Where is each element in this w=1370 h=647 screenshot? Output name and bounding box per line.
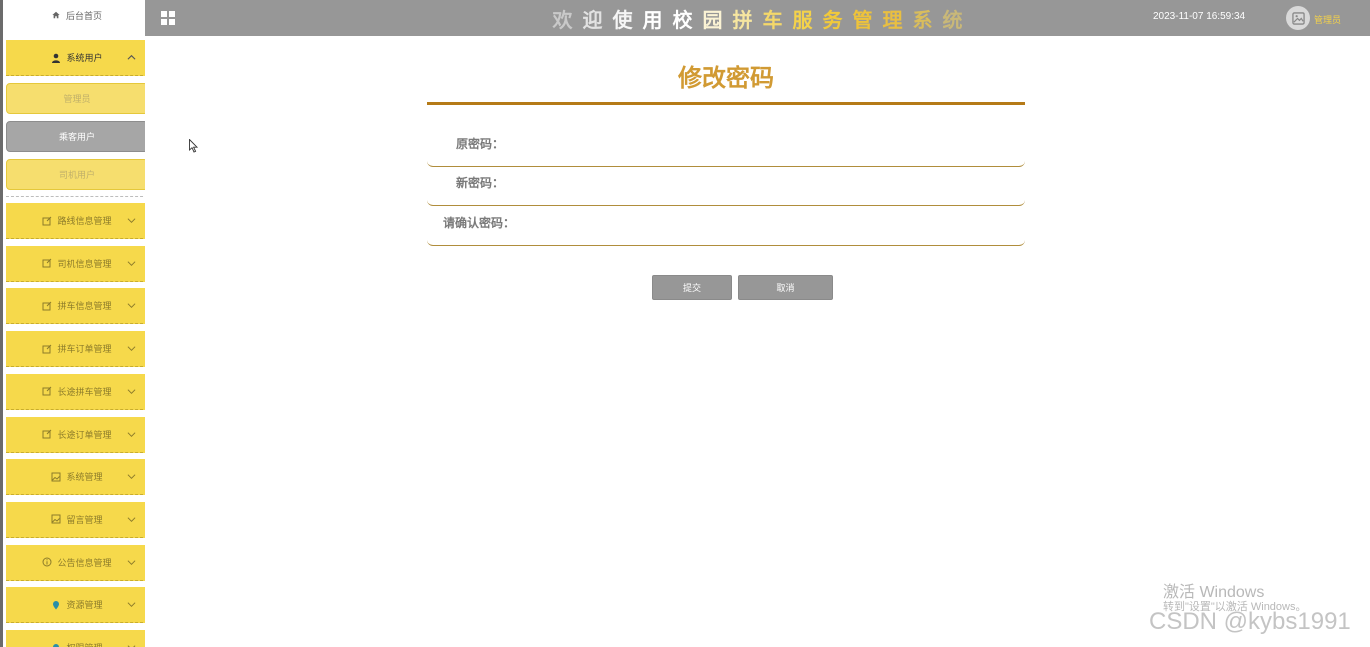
chevron-up-icon — [127, 54, 136, 60]
sidebar-subitem-label: 管理员 — [63, 94, 91, 104]
csdn-watermark: CSDN @kybs1991 — [1149, 608, 1351, 635]
title-divider — [427, 102, 1025, 105]
sidebar-item-label: 后台首页 — [65, 10, 102, 21]
sidebar-item-label: 长途拼车管理 — [57, 386, 112, 397]
sidebar-item-3[interactable]: 拼车信息管理 — [6, 288, 145, 325]
sidebar-item-system-users[interactable]: 系统用户 — [6, 40, 145, 76]
sidebar-item-2[interactable]: 司机信息管理 — [6, 245, 145, 282]
pin-icon — [51, 643, 61, 647]
new-password-label: 新密码： — [456, 176, 505, 190]
top-bar: 欢迎使用校园拼车服务管理系统 2023-11-07 16:59:34 管理员 — [145, 0, 1370, 36]
grid-menu-icon[interactable] — [161, 11, 175, 25]
new-password-row: 新密码： — [427, 166, 1025, 206]
submit-button[interactable]: 提交 — [652, 275, 732, 300]
page-title: 修改密码 — [678, 64, 774, 92]
sidebar-item-label: 司机信息管理 — [57, 258, 112, 269]
welcome-title-char: 车 — [762, 7, 783, 32]
chevron-down-icon — [127, 303, 136, 309]
home-icon — [52, 11, 60, 19]
sidebar-item-7[interactable]: 系统管理 — [6, 459, 145, 496]
edit-icon — [42, 344, 52, 354]
sidebar-item-10[interactable]: 资源管理 — [6, 587, 145, 624]
edit-icon — [42, 216, 52, 226]
username-link[interactable]: 管理员 — [1314, 13, 1341, 26]
user-icon — [51, 53, 61, 63]
datetime-display: 2023-11-07 16:59:34 — [1153, 11, 1246, 22]
confirm-password-input[interactable] — [547, 212, 1007, 236]
welcome-title-char: 欢 — [552, 7, 573, 32]
info-icon — [42, 557, 52, 567]
welcome-title-char: 系 — [912, 7, 933, 32]
sidebar-item-label: 系统用户 — [66, 53, 103, 63]
chevron-down-icon — [127, 346, 136, 352]
sidebar-subitem-passenger[interactable]: 乘客用户 — [6, 121, 145, 152]
welcome-title-char: 理 — [882, 7, 903, 32]
cancel-button[interactable]: 取消 — [738, 275, 833, 300]
old-password-row: 原密码： — [427, 127, 1025, 167]
sidebar-subitem-label: 乘客用户 — [58, 132, 95, 142]
image-icon — [51, 472, 61, 482]
sidebar-item-label: 系统管理 — [66, 472, 103, 483]
chevron-down-icon — [127, 218, 136, 224]
old-password-input[interactable] — [547, 133, 1007, 157]
old-password-label: 原密码： — [456, 137, 505, 151]
welcome-title-char: 迎 — [582, 7, 603, 32]
welcome-title-char: 服 — [792, 7, 813, 32]
welcome-title-char: 统 — [942, 7, 963, 32]
sidebar-subitem-admin[interactable]: 管理员 — [6, 83, 145, 114]
chevron-down-icon — [127, 559, 136, 565]
sidebar-item-label: 公告信息管理 — [57, 557, 112, 568]
welcome-title-char: 园 — [702, 7, 723, 32]
sidebar-item-6[interactable]: 长途订单管理 — [6, 416, 145, 453]
image-icon — [51, 514, 61, 524]
sidebar-item-home[interactable]: 后台首页 — [6, 0, 145, 30]
sidebar-item-label: 路线信息管理 — [57, 216, 112, 226]
avatar[interactable] — [1286, 6, 1310, 30]
edit-icon — [42, 429, 52, 439]
sidebar-item-1[interactable]: 路线信息管理 — [6, 203, 145, 239]
sidebar-item-label: 长途订单管理 — [57, 429, 112, 440]
sidebar-subitem-driver[interactable]: 司机用户 — [6, 159, 145, 190]
sidebar-item-11[interactable]: 权限管理 — [6, 630, 145, 647]
sidebar-item-label: 资源管理 — [66, 600, 103, 611]
chevron-down-icon — [127, 645, 136, 647]
welcome-title-char: 用 — [642, 7, 663, 32]
sidebar-subitem-label: 司机用户 — [58, 170, 95, 180]
welcome-title-char: 使 — [612, 7, 633, 32]
edit-icon — [42, 258, 52, 268]
edit-icon — [42, 386, 52, 396]
chevron-down-icon — [127, 431, 136, 437]
welcome-title-char: 务 — [822, 7, 843, 32]
mouse-cursor-icon — [189, 139, 199, 153]
divider — [6, 196, 145, 197]
confirm-password-row: 请确认密码： — [427, 206, 1025, 246]
sidebar-item-9[interactable]: 公告信息管理 — [6, 544, 145, 581]
image-icon — [1291, 11, 1305, 25]
sidebar-item-label: 拼车订单管理 — [57, 344, 112, 355]
welcome-title-char: 校 — [672, 7, 693, 32]
sidebar-item-4[interactable]: 拼车订单管理 — [6, 331, 145, 368]
sidebar-item-5[interactable]: 长途拼车管理 — [6, 373, 145, 410]
chevron-down-icon — [127, 474, 136, 480]
welcome-title-char: 管 — [852, 7, 873, 32]
pin-icon — [51, 600, 61, 610]
chevron-down-icon — [127, 517, 136, 522]
new-password-input[interactable] — [547, 172, 1007, 196]
chevron-down-icon — [127, 261, 136, 266]
sidebar: 后台首页 系统用户 管理员 乘客用户 司机用户 路线信息管理 司机信息管理 拼车信息… — [0, 0, 145, 647]
welcome-title-char: 拼 — [732, 7, 753, 32]
confirm-password-label: 请确认密码： — [443, 216, 516, 230]
chevron-down-icon — [127, 389, 136, 394]
chevron-down-icon — [127, 602, 136, 608]
sidebar-item-label: 留言管理 — [66, 514, 103, 525]
sidebar-item-label: 权限管理 — [66, 641, 102, 647]
sidebar-item-label: 拼车信息管理 — [57, 301, 112, 312]
sidebar-item-8[interactable]: 留言管理 — [6, 501, 145, 538]
edit-icon — [42, 301, 52, 311]
